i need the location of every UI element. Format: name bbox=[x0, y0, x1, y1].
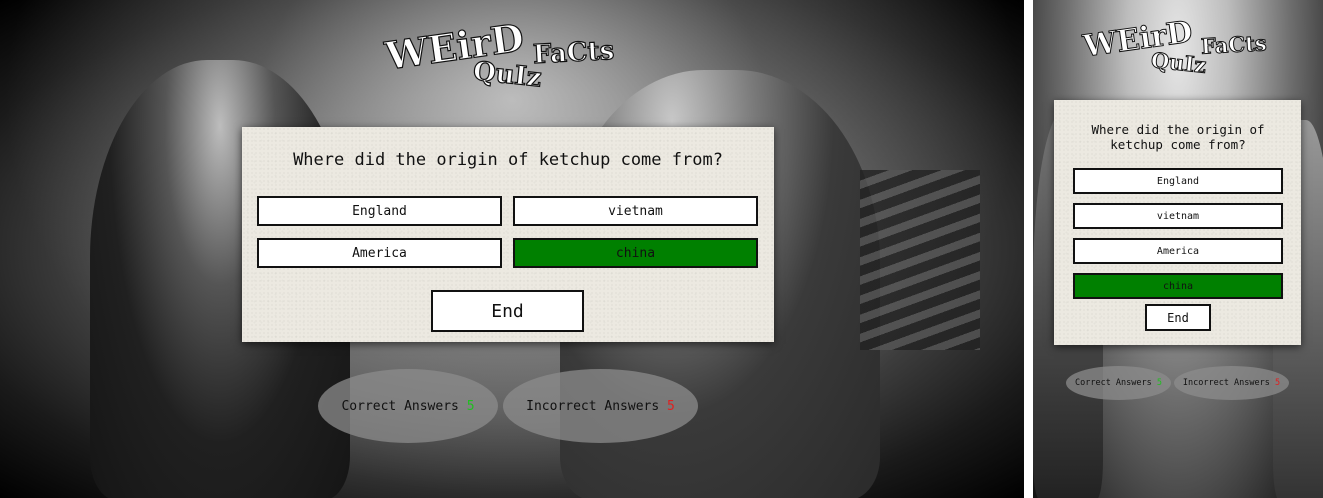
mobile-logo: WEirD FaCts QuIz bbox=[1081, 12, 1283, 82]
answer-button-england[interactable]: England bbox=[257, 196, 502, 226]
mobile-incorrect-answers-count: 5 bbox=[1275, 378, 1281, 388]
end-button[interactable]: End bbox=[431, 290, 584, 332]
mobile-end-button[interactable]: End bbox=[1145, 304, 1211, 331]
background-curtain bbox=[860, 170, 980, 350]
question-text: Where did the origin of ketchup come fro… bbox=[293, 150, 723, 170]
logo: WEirD FaCts QuIz bbox=[382, 14, 635, 98]
mobile-view: WEirD FaCts QuIz Where did the origin of… bbox=[1033, 0, 1323, 498]
mobile-correct-answers-count: 5 bbox=[1156, 378, 1162, 388]
correct-answers-count: 5 bbox=[466, 398, 475, 414]
mobile-logo-word-facts: FaCts bbox=[1200, 30, 1268, 59]
logo-word-facts: FaCts bbox=[532, 35, 616, 71]
mobile-incorrect-answers-label: Incorrect Answers bbox=[1182, 378, 1270, 388]
mobile-logo-word-quiz: QuIz bbox=[1149, 47, 1208, 79]
mobile-question-text: Where did the origin of ketchup come fro… bbox=[1091, 122, 1265, 152]
mobile-answer-button-england[interactable]: England bbox=[1073, 168, 1283, 194]
mobile-answer-button-america[interactable]: America bbox=[1073, 238, 1283, 264]
incorrect-answers-count: 5 bbox=[667, 398, 675, 414]
mobile-correct-answers-badge: Correct Answers 5 bbox=[1066, 366, 1171, 400]
answer-button-vietnam[interactable]: vietnam bbox=[513, 196, 758, 226]
mobile-answer-button-vietnam[interactable]: vietnam bbox=[1073, 203, 1283, 229]
mobile-correct-answers-label: Correct Answers bbox=[1074, 378, 1152, 388]
mobile-incorrect-answers-badge: Incorrect Answers 5 bbox=[1174, 366, 1289, 400]
incorrect-answers-badge: Incorrect Answers 5 bbox=[503, 369, 698, 443]
desktop-view: WEirD FaCts QuIz Where did the origin of… bbox=[0, 0, 1024, 498]
answer-button-china[interactable]: china bbox=[513, 238, 758, 268]
logo-word-quiz: QuIz bbox=[471, 56, 543, 94]
answer-button-america[interactable]: America bbox=[257, 238, 502, 268]
mobile-answer-button-china[interactable]: china bbox=[1073, 273, 1283, 299]
incorrect-answers-label: Incorrect Answers bbox=[526, 398, 660, 414]
correct-answers-badge: Correct Answers 5 bbox=[318, 369, 498, 443]
correct-answers-label: Correct Answers bbox=[341, 398, 459, 414]
